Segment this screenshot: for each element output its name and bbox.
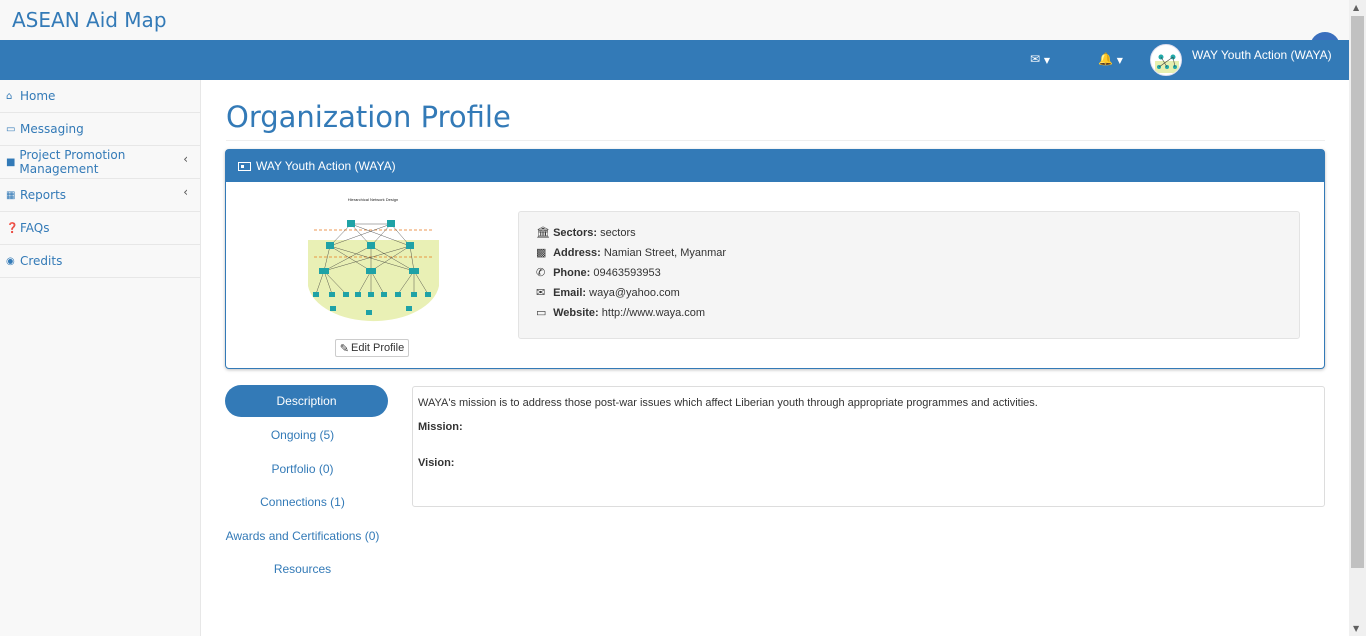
tab-ongoing[interactable]: Ongoing (5) <box>225 428 380 442</box>
sidebar-item-label: Credits <box>20 254 63 268</box>
sectors-row: 🏛 Sectors: sectors <box>536 226 636 239</box>
home-icon: ⌂ <box>6 90 13 102</box>
tab-resources[interactable]: Resources <box>225 562 380 576</box>
tab-connections[interactable]: Connections (1) <box>225 495 380 509</box>
phone-label: Phone: <box>553 267 591 279</box>
description-text: WAYA's mission is to address those post-… <box>418 397 1038 409</box>
edit-profile-label: Edit Profile <box>351 342 405 354</box>
envelope-dropdown[interactable]: ✉ ▼ <box>1030 52 1050 66</box>
top-navbar: ✉ ▼ 🔔 ▼ WAY Youth Action (WAYA) <box>0 40 1349 80</box>
envelope-icon: ✉ <box>1030 52 1041 66</box>
desktop-icon: ▭ <box>536 307 547 319</box>
question-circle-icon: ❓ <box>6 222 19 234</box>
sidebar: ⌂ Home ▭ Messaging ■ Project Promotion M… <box>0 80 201 636</box>
sidebar-item-label: Reports <box>20 188 67 202</box>
tab-awards[interactable]: Awards and Certifications (0) <box>225 529 380 543</box>
sidebar-item-label: Home <box>20 89 56 103</box>
nav-user-name[interactable]: WAY Youth Action (WAYA) <box>1192 48 1332 62</box>
pencil-icon: ✎ <box>339 342 349 355</box>
email-value: waya@yahoo.com <box>589 287 680 299</box>
avatar[interactable] <box>1150 44 1182 76</box>
website-value[interactable]: http://www.waya.com <box>602 307 705 319</box>
inbox-icon: ▭ <box>6 123 16 135</box>
phone-icon: ✆ <box>536 267 546 279</box>
page-title: Organization Profile <box>226 100 511 134</box>
avatar-network-icon <box>1155 54 1179 73</box>
organization-info: 🏛 Sectors: sectors ▩ Address: Namian Str… <box>518 211 1300 339</box>
sectors-label: Sectors: <box>553 227 598 239</box>
sidebar-item-reports[interactable]: ▦ Reports ‹ <box>0 179 200 212</box>
website-label: Website: <box>553 307 599 319</box>
sidebar-item-label: FAQs <box>20 221 50 235</box>
building-icon: ▩ <box>536 247 547 259</box>
dashboard-icon: ◉ <box>6 255 15 267</box>
chevron-left-icon: ‹ <box>183 152 188 166</box>
bank-icon: 🏛 <box>536 227 550 239</box>
edit-profile-button[interactable]: ✎ Edit Profile <box>335 339 409 357</box>
scroll-up-arrow-icon[interactable]: ▲ <box>1353 3 1359 12</box>
address-row: ▩ Address: Namian Street, Myanmar <box>536 246 726 259</box>
main-content: Organization Profile WAY Youth Action (W… <box>201 80 1349 636</box>
chevron-left-icon: ‹ <box>183 185 188 199</box>
sidebar-item-messaging[interactable]: ▭ Messaging <box>0 113 200 146</box>
organization-logo-diagram: Hierarchical Network Design <box>308 197 439 322</box>
book-icon: ■ <box>6 156 16 168</box>
vision-label: Vision: <box>418 457 455 469</box>
scrollbar-thumb[interactable] <box>1351 16 1364 568</box>
app-title[interactable]: ASEAN Aid Map <box>12 8 167 32</box>
address-value: Namian Street, Myanmar <box>603 247 727 259</box>
caret-down-icon: ▼ <box>1043 56 1051 65</box>
sectors-value: sectors <box>600 227 636 239</box>
description-panel: WAYA's mission is to address those post-… <box>412 386 1325 507</box>
sidebar-item-faqs[interactable]: ❓ FAQs <box>0 212 200 245</box>
address-label: Address: <box>553 247 601 259</box>
website-row: ▭ Website: http://www.waya.com <box>536 306 705 319</box>
sidebar-item-credits[interactable]: ◉ Credits <box>0 245 200 278</box>
phone-row: ✆ Phone: 09463593953 <box>536 266 661 279</box>
caret-down-icon: ▼ <box>1116 56 1123 65</box>
envelope-icon: ✉ <box>536 287 546 299</box>
panel-heading: WAY Youth Action (WAYA) <box>226 150 1324 182</box>
brand-bar: ASEAN Aid Map <box>0 0 1349 40</box>
diagram-title: Hierarchical Network Design <box>348 197 398 202</box>
panel-heading-text: WAY Youth Action (WAYA) <box>256 159 396 173</box>
table-icon: ▦ <box>6 189 16 201</box>
phone-value: 09463593953 <box>593 267 661 279</box>
email-label: Email: <box>553 287 587 299</box>
sidebar-item-label: Project Promotion Management <box>19 148 126 176</box>
email-row: ✉ Email: waya@yahoo.com <box>536 286 680 299</box>
bell-icon: 🔔 <box>1098 52 1113 66</box>
tab-portfolio[interactable]: Portfolio (0) <box>225 462 380 476</box>
title-divider <box>226 140 1325 141</box>
sidebar-item-home[interactable]: ⌂ Home <box>0 80 200 113</box>
mission-label: Mission: <box>418 421 463 433</box>
notification-dropdown[interactable]: 🔔 ▼ <box>1098 52 1123 66</box>
organization-panel: WAY Youth Action (WAYA) Hierarchical Net… <box>225 149 1325 369</box>
sidebar-item-label: Messaging <box>20 122 84 136</box>
id-card-icon <box>238 161 251 171</box>
scroll-down-arrow-icon[interactable]: ▼ <box>1353 624 1359 633</box>
sidebar-item-project-promotion[interactable]: ■ Project Promotion Management ‹ <box>0 146 200 179</box>
tab-description[interactable]: Description <box>225 385 388 417</box>
